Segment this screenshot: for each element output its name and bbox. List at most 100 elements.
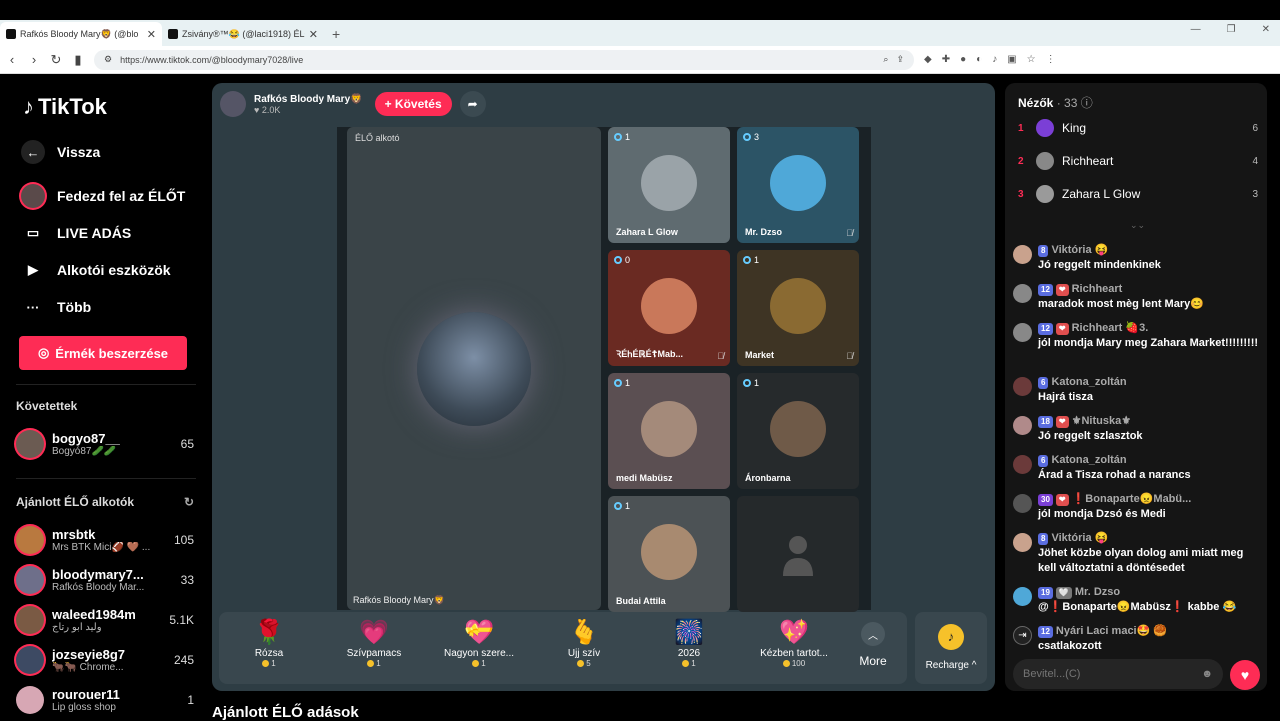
more-gifts-button[interactable]: ︿ More: [851, 622, 895, 668]
viewer-name: King: [1062, 121, 1087, 135]
avatar[interactable]: [1013, 494, 1032, 513]
forward-icon[interactable]: ›: [28, 52, 40, 67]
avatar: [16, 430, 44, 458]
chat-input[interactable]: [1023, 668, 1173, 680]
close-icon[interactable]: ✕: [147, 28, 156, 41]
avatar[interactable]: [1013, 533, 1032, 552]
extension-icon[interactable]: ♪: [992, 54, 997, 65]
gift-name: Szívpamacs: [346, 648, 402, 659]
nav-live[interactable]: ▭ LIVE ADÁS: [21, 221, 131, 245]
recommended-item[interactable]: mrsbtk Mrs BTK Mici🏈 🤎 ... 105: [16, 526, 194, 554]
chat-user[interactable]: 18 ❤ ⚜Nituska⚜: [1038, 414, 1261, 429]
chat-user[interactable]: 30 ❤ ❗Bonaparte😠Mabü...: [1038, 492, 1261, 507]
viewer-score: 3: [1252, 188, 1258, 200]
gift-item[interactable]: 💝 Nagyon szere... 1: [434, 618, 524, 668]
extension-icon[interactable]: ◆: [924, 54, 932, 65]
chat-user[interactable]: 12 ❤ Richheart: [1038, 282, 1261, 297]
avatar[interactable]: [1013, 377, 1032, 396]
following-item[interactable]: bogyo87__ Bogyó87🥒🥒 65: [16, 430, 194, 458]
top-viewer[interactable]: 2 Richheart 4: [1018, 152, 1258, 170]
recommended-item[interactable]: rourouer11 Lip gloss shop 1: [16, 686, 194, 714]
chat-user[interactable]: 8 Viktória 😝: [1038, 531, 1261, 546]
avatar[interactable]: [1013, 284, 1032, 303]
avatar[interactable]: [1013, 416, 1032, 435]
share-page-icon[interactable]: ⇪: [896, 54, 904, 65]
chat-message: 12 ❤ Richheart 🍓3. jól mondja Mary meg Zah…: [1013, 321, 1261, 351]
guest-seat[interactable]: 3 Mr. Dzso 🎙̸: [737, 127, 859, 243]
avatar[interactable]: [1013, 587, 1032, 606]
chat-user[interactable]: 19 🤍 Mr. Dzso: [1038, 585, 1261, 600]
gift-price: 1: [224, 659, 314, 668]
emoji-icon[interactable]: ☻: [1201, 668, 1213, 680]
refresh-icon[interactable]: ↻: [184, 495, 194, 509]
host-video[interactable]: ÉLŐ alkotó Rafkós Bloody Mary🦁: [347, 127, 601, 610]
recharge-button[interactable]: ♪ Recharge ^: [915, 612, 987, 684]
extension-icon[interactable]: ▣: [1007, 54, 1016, 65]
host-name[interactable]: Rafkós Bloody Mary🦁: [254, 94, 363, 105]
gift-item[interactable]: 💗 Szívpamacs 1: [329, 618, 419, 668]
nav-explore-live[interactable]: Fedezd fel az ÉLŐT: [21, 184, 185, 208]
recommended-item[interactable]: bloodymary7... Rafkós Bloody Mar... 33: [16, 566, 194, 594]
guest-seat[interactable]: 1 medi Mabüsz: [608, 373, 730, 489]
nav-back[interactable]: ← Vissza: [21, 140, 100, 164]
get-coins-button[interactable]: ◎ Érmék beszerzése: [19, 336, 187, 370]
window-controls: — ❐ ✕: [1191, 24, 1270, 35]
close-window-icon[interactable]: ✕: [1262, 24, 1270, 35]
level-badge: 8: [1038, 532, 1049, 545]
top-viewer[interactable]: 1 King 6: [1018, 119, 1258, 137]
chat-user[interactable]: 8 Viktória 😝: [1038, 243, 1261, 258]
gift-item[interactable]: 🌹 Rózsa 1: [224, 618, 314, 668]
chat-user[interactable]: 6 Katona_zoltán: [1038, 453, 1261, 468]
like-heart-button[interactable]: ♥: [1230, 660, 1260, 690]
level-badge: 19: [1038, 586, 1053, 599]
chat-user[interactable]: 6 Katona_zoltán: [1038, 375, 1261, 390]
close-icon[interactable]: ✕: [309, 28, 318, 41]
guest-seat[interactable]: 1 Áronbarna: [737, 373, 859, 489]
minimize-icon[interactable]: —: [1191, 24, 1201, 35]
tiktok-logo[interactable]: ♪ TikTok: [23, 94, 107, 120]
follow-button[interactable]: + Követés: [374, 92, 452, 116]
restore-icon[interactable]: ❐: [1227, 24, 1236, 35]
site-settings-icon[interactable]: ⚙: [104, 54, 112, 65]
extension-icon[interactable]: ✚: [942, 54, 950, 65]
gift-item[interactable]: 💖 Kézben tartot... 100: [749, 618, 839, 668]
url-field[interactable]: ⚙ https://www.tiktok.com/@bloodymary7028…: [94, 49, 914, 70]
nav-creator-tools[interactable]: ▶ Alkotói eszközök: [21, 258, 171, 282]
bookmark-icon[interactable]: ▮: [72, 52, 84, 68]
extension-icon[interactable]: ◐: [976, 54, 982, 65]
divider: [16, 478, 196, 479]
share-icon[interactable]: ➦: [459, 91, 486, 117]
extension-icon[interactable]: ●: [960, 54, 966, 65]
guest-seat[interactable]: 1 Market 🎙̸: [737, 250, 859, 366]
guest-seat[interactable]: 1 Zahara L Glow: [608, 127, 730, 243]
avatar[interactable]: [1013, 245, 1032, 264]
nav-more[interactable]: ··· Több: [21, 295, 92, 319]
top-viewer[interactable]: 3 Zahara L Glow 3: [1018, 185, 1258, 203]
chat-user[interactable]: 12 Nyári Laci maci🤩 🥮: [1038, 624, 1261, 639]
new-tab-icon[interactable]: +: [324, 22, 348, 46]
reload-icon[interactable]: ↻: [50, 52, 62, 68]
host-avatar[interactable]: [220, 91, 246, 117]
expand-chevron-icon[interactable]: ⌄⌄: [1130, 220, 1145, 231]
chat-message: 30 ❤ ❗Bonaparte😠Mabü... jól mondja Dzsó és…: [1013, 492, 1261, 522]
score-icon: [743, 256, 751, 264]
video-area[interactable]: ÉLŐ alkotó Rafkós Bloody Mary🦁 1 Zahara …: [337, 127, 871, 612]
recommended-item[interactable]: waleed1984m وليد ابو رتاج 5.1K: [16, 606, 194, 634]
browser-tab[interactable]: Zsivány®™😂 (@laci1918) ÉLŐ adás ✕: [162, 22, 324, 46]
back-icon[interactable]: ‹: [6, 52, 18, 67]
gift-item[interactable]: 🎆 2026 1: [644, 618, 734, 668]
empty-seat[interactable]: [737, 496, 859, 612]
zoom-icon[interactable]: ⌕: [883, 54, 888, 65]
browser-tab-active[interactable]: Rafkós Bloody Mary🦁 (@blo ✕: [0, 22, 162, 46]
guest-seat[interactable]: 1 Budai Attila: [608, 496, 730, 612]
recommended-item[interactable]: jozseyie8g7 🐂🐂 Chrome... 245: [16, 646, 194, 674]
gift-item[interactable]: 🫰 Ujj szív 5: [539, 618, 629, 668]
chat-user[interactable]: 12 ❤ Richheart 🍓3.: [1038, 321, 1261, 336]
extension-icon[interactable]: ☆: [1027, 54, 1036, 65]
avatar[interactable]: [1013, 455, 1032, 474]
level-badge: 12: [1038, 625, 1053, 638]
extension-icon[interactable]: ⋮: [1046, 54, 1056, 65]
guest-seat[interactable]: 0 ꝚÉ𐌷ÉℝÉ☦Mab... 🎙̸: [608, 250, 730, 366]
avatar[interactable]: [1013, 323, 1032, 342]
info-icon[interactable]: ⓘ: [1081, 96, 1093, 110]
